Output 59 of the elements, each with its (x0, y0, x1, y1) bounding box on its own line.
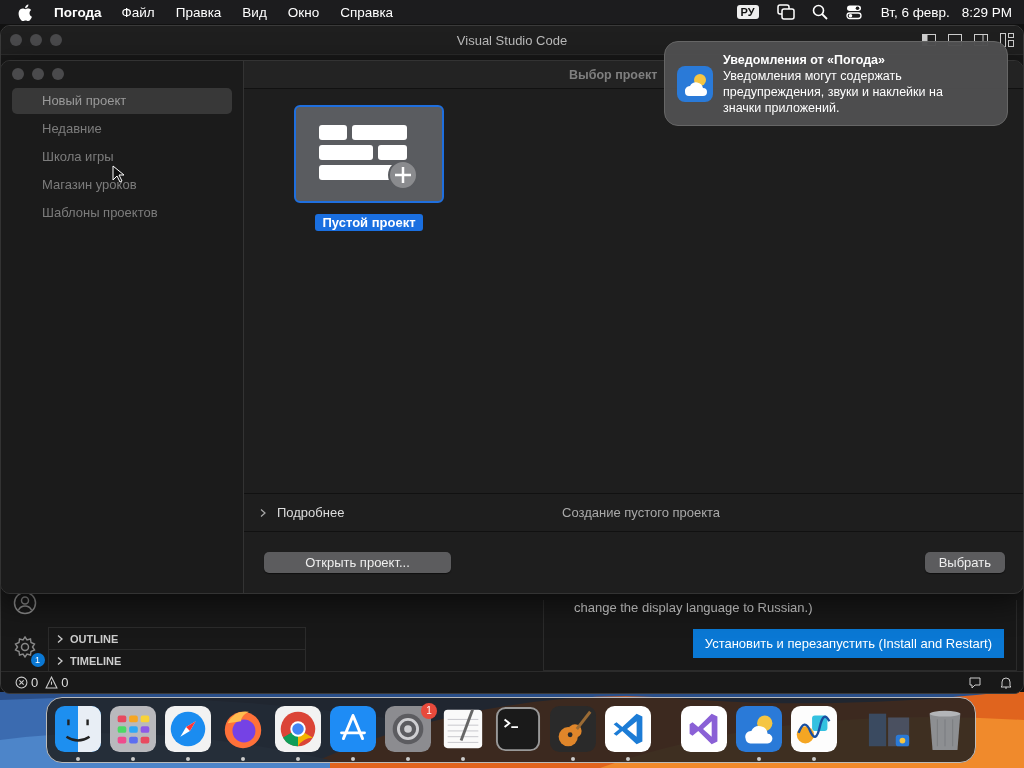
warning-count[interactable]: 0 (61, 675, 69, 690)
search-icon[interactable] (810, 4, 829, 20)
category-item[interactable]: Шаблоны проектов (12, 200, 232, 226)
windows-icon[interactable] (776, 4, 795, 20)
apple-icon[interactable] (18, 3, 32, 21)
grid-icon[interactable] (110, 705, 156, 752)
face-icon[interactable] (55, 705, 101, 752)
notification-badge: 1 (30, 653, 45, 667)
warning-icon[interactable] (45, 676, 59, 689)
input-source-badge[interactable]: РУ (736, 5, 759, 19)
window-title: Visual Studio Code (455, 32, 569, 48)
template-thumbnail[interactable] (294, 105, 444, 203)
notice-text: change the display language to Russian.) (574, 600, 813, 615)
menu-item[interactable]: Окно (287, 4, 320, 20)
category-item[interactable]: Школа игры (12, 144, 232, 170)
chrome-icon[interactable] (275, 705, 321, 752)
pointer-icon (112, 165, 124, 183)
bell-icon[interactable] (999, 675, 1013, 690)
code-editor-icon[interactable] (605, 705, 651, 752)
menu-item[interactable]: Вид (242, 4, 267, 20)
notification-toast[interactable]: Уведомления от «Погода» Уведомления могут содержать предупреждения, звуки и наклейки на значки приложений. (664, 41, 1008, 126)
settings-icon[interactable] (12, 635, 37, 659)
grid-layout-icon[interactable] (999, 32, 1015, 48)
error-count[interactable]: 0 (31, 675, 39, 690)
compass-icon[interactable] (165, 705, 211, 752)
details-toggle[interactable]: Подробнее (277, 505, 345, 520)
blocks-icon (319, 125, 419, 189)
account-icon[interactable] (12, 591, 37, 615)
dialog-title: Выбор проект (569, 67, 658, 82)
feedback-icon[interactable] (968, 675, 982, 690)
toggles-icon[interactable] (844, 4, 863, 20)
menu-item[interactable]: Справка (340, 4, 394, 20)
weather-icon (677, 65, 713, 102)
scribble-icon[interactable] (791, 705, 837, 752)
template-label[interactable]: Пустой проект (315, 214, 423, 231)
category-item[interactable]: Недавние (12, 116, 232, 142)
badge: 1 (421, 702, 437, 719)
error-icon[interactable] (15, 676, 28, 689)
guitar-icon[interactable] (550, 705, 596, 752)
choose-button[interactable]: Выбрать (924, 552, 1005, 573)
menu-date[interactable]: Вт, 6 февр. (880, 4, 950, 20)
category-item[interactable]: Магазин уроков (12, 172, 232, 198)
weather-icon[interactable] (736, 705, 782, 752)
app-menu[interactable]: Погода (54, 4, 102, 20)
template-description: Создание пустого проекта (562, 505, 721, 520)
category-item[interactable]: Новый проект (12, 88, 232, 114)
terminal-icon[interactable] (495, 705, 541, 752)
notification-text: Уведомления могут содержать предупреждения, звуки и наклейки на значки приложений. (723, 67, 944, 116)
menu-item[interactable]: Правка (175, 4, 222, 20)
menu-time[interactable]: 8:29 PM (961, 4, 1012, 20)
notification-title: Уведомления от «Погода» (723, 51, 886, 68)
app-store-icon[interactable] (330, 705, 376, 752)
menu-item[interactable]: Файл (121, 4, 155, 20)
chevron-icon[interactable] (55, 633, 65, 644)
panel-header[interactable]: OUTLINE (49, 627, 305, 649)
install-button[interactable]: Установить и перезапустить (Install and Restart) (692, 629, 1004, 658)
open-project-button[interactable]: Открыть проект... (264, 552, 451, 573)
chevron-icon[interactable] (55, 655, 65, 666)
chevron-icon[interactable] (258, 507, 268, 518)
